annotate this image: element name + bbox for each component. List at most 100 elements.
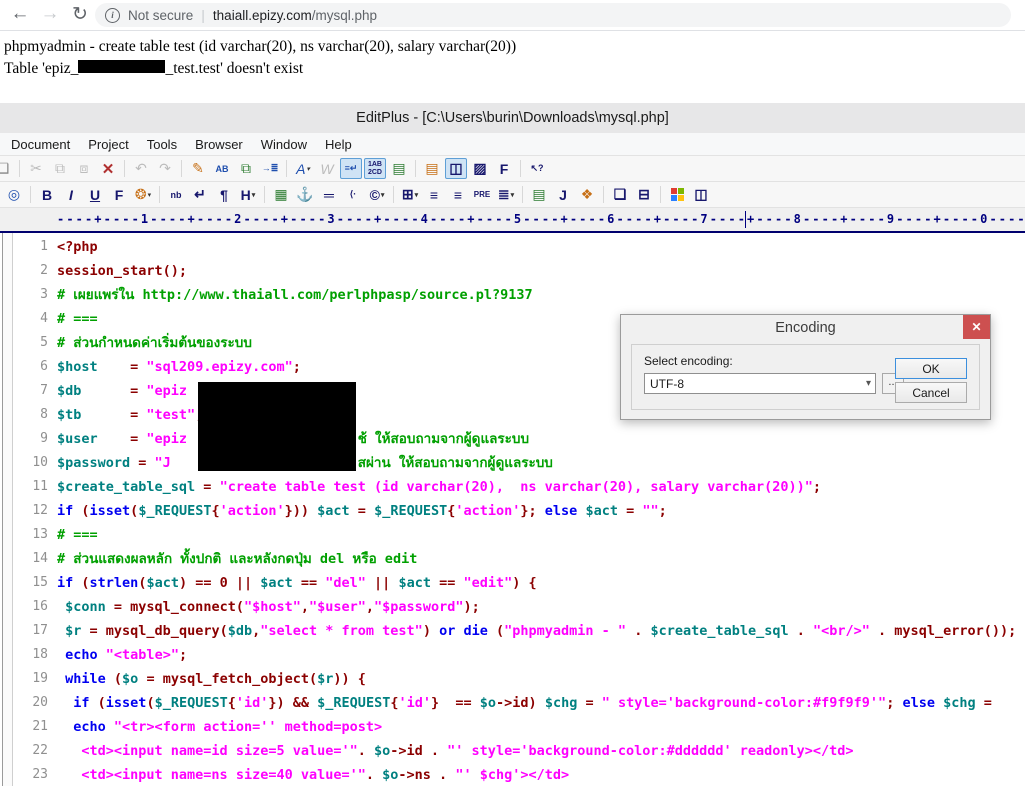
new-window-icon[interactable]: ❏ (609, 184, 631, 205)
toolbar-separator (264, 186, 265, 203)
forward-icon[interactable]: → (38, 1, 62, 27)
hr-icon[interactable]: ═ (318, 184, 340, 205)
word-wrap-icon[interactable]: ≡↵ (340, 158, 362, 179)
code-line: 22 <td><input name=id size=5 value='". $… (0, 739, 1025, 763)
editplus-window: EditPlus - [C:\Users\burin\Downloads\mys… (0, 103, 1025, 786)
code-line: 19 while ($o = mysql_fetch_object($r)) { (0, 667, 1025, 691)
goto-line-icon[interactable]: →≣ (259, 158, 281, 179)
delete-icon[interactable]: ✕ (97, 158, 119, 179)
code-line: 23 <td><input name=ns size=40 value='". … (0, 763, 1025, 786)
code-line: 18 echo "<table>"; (0, 643, 1025, 667)
user-tools-icon[interactable]: ▨ (469, 158, 491, 179)
window-title: EditPlus - [C:\Users\burin\Downloads\mys… (356, 110, 669, 126)
underline-icon[interactable]: U (84, 184, 106, 205)
pre-icon[interactable]: PRE (471, 184, 493, 205)
document-list-icon[interactable]: ▤ (421, 158, 443, 179)
table-icon[interactable]: ⊞ (399, 184, 421, 205)
dialog-title: Encoding (775, 320, 836, 336)
not-secure-label: Not secure (128, 7, 194, 23)
line-number: 10 (32, 455, 48, 470)
code-line: 11 $create_table_sql = "create table test… (0, 475, 1025, 499)
menu-item-browser[interactable]: Browser (186, 133, 252, 155)
line-number: 4 (40, 311, 48, 326)
font-icon[interactable]: A (292, 158, 314, 179)
text-color-icon[interactable]: ❂ (132, 184, 154, 205)
heading-icon[interactable]: H (237, 184, 259, 205)
anchor-icon[interactable]: ⚓ (294, 184, 316, 205)
line-number: 12 (32, 503, 48, 518)
url-bar[interactable]: i Not secure | thaiall.epizy.com/mysql.p… (95, 3, 1011, 27)
encoding-dialog: Encoding ✕ Select encoding: UTF-8 ▾ ... … (620, 314, 991, 420)
dialog-title-bar[interactable]: Encoding (621, 315, 990, 341)
reload-icon[interactable]: ↻ (68, 1, 92, 27)
side-panel-icon[interactable]: ◫ (445, 158, 467, 179)
url-separator: | (201, 7, 205, 23)
italic-icon[interactable]: I (60, 184, 82, 205)
line-number: 8 (40, 407, 48, 422)
script-icon[interactable]: ▤ (528, 184, 550, 205)
browser-preview-icon[interactable]: ◎ (3, 184, 25, 205)
applet-icon[interactable]: ❖ (576, 184, 598, 205)
font-face-icon[interactable]: F (108, 184, 130, 205)
menu-item-help[interactable]: Help (316, 133, 361, 155)
info-icon[interactable]: i (105, 7, 120, 23)
line-number: 23 (32, 767, 48, 782)
back-icon[interactable]: ← (8, 1, 32, 27)
browser-colors-icon[interactable] (666, 184, 688, 205)
encoding-dropdown[interactable]: UTF-8 ▾ (644, 373, 876, 394)
line-number: 3 (40, 287, 48, 302)
list-icon[interactable]: ≣ (495, 184, 517, 205)
replace-icon[interactable]: AB (211, 158, 233, 179)
close-icon[interactable]: ✕ (963, 315, 990, 339)
toolbar-separator (520, 160, 521, 177)
code-line: 2 session_start(); (0, 259, 1025, 283)
line-number: 7 (40, 383, 48, 398)
line-number: 5 (40, 335, 48, 350)
line-break-icon[interactable]: ↵ (189, 184, 211, 205)
find-in-files-icon[interactable]: ⧉ (235, 158, 257, 179)
paste-icon[interactable]: ⧈ (73, 158, 95, 179)
menu-item-document[interactable]: Document (2, 133, 79, 155)
split-window-icon[interactable]: ⊟ (633, 184, 655, 205)
new-document-icon[interactable]: ❏ (0, 158, 14, 179)
nbsp-icon[interactable]: nb (165, 184, 187, 205)
toolbar-separator (660, 186, 661, 203)
code-line: 9 $user = "epiz ช้ ให้สอบถามจากผู้ดูแลระบ… (0, 427, 1025, 451)
cut-icon[interactable]: ✂ (25, 158, 47, 179)
cancel-button[interactable]: Cancel (895, 382, 967, 403)
tag-icon[interactable]: ⟨· (342, 184, 364, 205)
line-number: 14 (32, 551, 48, 566)
copy-icon[interactable]: ⧉ (49, 158, 71, 179)
w-icon[interactable]: W (316, 158, 338, 179)
frame-icon[interactable]: ◫ (690, 184, 712, 205)
function-list-icon[interactable]: F (493, 158, 515, 179)
special-char-icon[interactable]: © (366, 184, 388, 205)
paragraph-icon[interactable]: ¶ (213, 184, 235, 205)
ruler-scale: ----+----1----+----2----+----3----+----4… (57, 212, 1025, 226)
line-number: 16 (32, 599, 48, 614)
menu-item-tools[interactable]: Tools (138, 133, 186, 155)
line-number: 20 (32, 695, 48, 710)
context-help-icon[interactable]: ↖? (526, 158, 548, 179)
code-line: 21 echo "<tr><form action='' method=post… (0, 715, 1025, 739)
align-right-icon[interactable]: ≡ (447, 184, 469, 205)
window-title-bar[interactable]: EditPlus - [C:\Users\burin\Downloads\mys… (0, 103, 1025, 134)
ok-button[interactable]: OK (895, 358, 967, 379)
line-number: 22 (32, 743, 48, 758)
find-icon[interactable]: ✎ (187, 158, 209, 179)
align-center-icon[interactable]: ≡ (423, 184, 445, 205)
menu-item-project[interactable]: Project (79, 133, 137, 155)
bold-icon[interactable]: B (36, 184, 58, 205)
redo-icon[interactable]: ↷ (154, 158, 176, 179)
menu-item-window[interactable]: Window (252, 133, 316, 155)
toolbar-separator (124, 160, 125, 177)
javascript-icon[interactable]: J (552, 184, 574, 205)
ruler-cursor-tick (745, 211, 746, 228)
line-number: 2 (40, 263, 48, 278)
toolbar-separator (181, 160, 182, 177)
image-icon[interactable]: ▦ (270, 184, 292, 205)
stamp-icon[interactable]: ▤ (388, 158, 410, 179)
line-number: 21 (32, 719, 48, 734)
undo-icon[interactable]: ↶ (130, 158, 152, 179)
line-numbers-icon[interactable]: 1AB 2CD (364, 158, 386, 179)
